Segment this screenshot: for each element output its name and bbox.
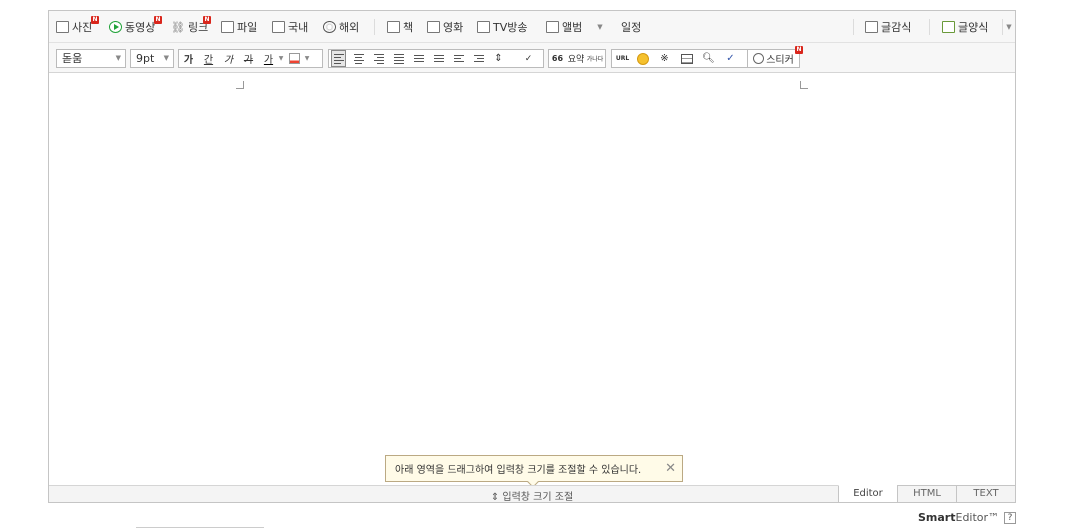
mode-tabs: Editor HTML TEXT [838, 485, 1015, 502]
indent-button[interactable] [471, 50, 486, 67]
file-icon [221, 21, 234, 33]
indent-icon [473, 54, 484, 63]
writing-template-button[interactable]: 글양식 [942, 18, 988, 36]
font-color-dropdown[interactable]: ▼ [277, 50, 285, 67]
special-char-button[interactable]: ※ [657, 50, 672, 67]
map-icon [272, 21, 285, 33]
align-justify-icon [393, 53, 404, 65]
template-icon [942, 21, 955, 33]
find-button[interactable]: 🔍︎ [701, 50, 716, 67]
separator [1002, 19, 1003, 35]
editor-content-area[interactable] [49, 73, 1015, 485]
separator [929, 19, 930, 35]
align-left-button[interactable] [331, 50, 346, 67]
font-size-select[interactable]: 9pt ▼ [130, 49, 174, 68]
outdent-button[interactable] [451, 50, 466, 67]
insert-book-button[interactable]: 책 [387, 18, 413, 36]
font-family-select[interactable]: 돋움 ▼ [56, 49, 126, 68]
highlight-icon [289, 53, 300, 64]
italic-button[interactable]: 가 [221, 50, 236, 67]
margin-corner-right [800, 81, 808, 89]
bold-button[interactable]: 가 [181, 50, 196, 67]
tab-html[interactable]: HTML [897, 485, 956, 502]
emoticon-button[interactable] [635, 50, 650, 67]
video-icon [109, 21, 122, 33]
insert-toolbar: 사진 N 동영상 N ⛓ 링크 N 파일 국내 해외 책 영화 TV방송 앨범 … [49, 11, 1015, 43]
insert-album-button[interactable]: 앨범 [546, 18, 582, 36]
insert-file-button[interactable]: 파일 [221, 18, 257, 36]
bulleted-list-button[interactable] [431, 50, 446, 67]
new-badge: N [795, 46, 803, 54]
smart-editor-brand: Smart Editor™ ? [918, 511, 1017, 524]
bulleted-list-icon [433, 54, 444, 63]
more-dropdown-arrow[interactable]: ▼ [595, 19, 605, 35]
outdent-icon [453, 54, 464, 63]
line-height-icon: ⇕ [494, 53, 503, 64]
numbered-list-button[interactable] [411, 50, 426, 67]
photo-icon [56, 21, 69, 33]
insert-schedule-button[interactable]: 일정 [621, 18, 641, 36]
tv-icon [477, 21, 490, 33]
pencil-icon [865, 21, 878, 33]
insert-video-button[interactable]: 동영상 N [109, 16, 162, 36]
strikethrough-button[interactable]: 가 [241, 50, 256, 67]
film-icon [427, 21, 440, 33]
smiley-icon [636, 52, 649, 65]
new-badge: N [91, 16, 99, 24]
format-toolbar: 돋움 ▼ 9pt ▼ 가 간 가 가 가 ▼ ▼ ⇕ ✓ 66 요약 가나다 U… [49, 43, 1015, 73]
new-badge: N [203, 16, 211, 24]
template-dropdown-arrow[interactable]: ▼ [1004, 19, 1014, 35]
summary-button[interactable]: 요약 [566, 50, 586, 67]
insert-domestic-map-button[interactable]: 국내 [272, 18, 308, 36]
align-right-button[interactable] [371, 50, 386, 67]
separator [374, 19, 375, 35]
highlight-dropdown[interactable]: ▼ [303, 50, 311, 67]
check-icon: ✓ [726, 53, 735, 64]
sticker-button[interactable]: 스티커 [749, 50, 798, 67]
highlight-button[interactable] [287, 50, 302, 67]
search-icon: 🔍︎ [702, 53, 715, 64]
writing-material-button[interactable]: 글감식 [865, 18, 911, 36]
spell-correct-button[interactable]: ✓ [723, 50, 738, 67]
insert-tv-button[interactable]: TV방송 [477, 18, 527, 36]
align-right-icon [373, 53, 384, 65]
smart-editor: 사진 N 동영상 N ⛓ 링크 N 파일 국내 해외 책 영화 TV방송 앨범 … [48, 10, 1016, 503]
line-height-button[interactable]: ⇕ [491, 50, 506, 67]
tab-text[interactable]: TEXT [956, 485, 1015, 502]
numbered-list-icon [413, 54, 424, 63]
special-text-button[interactable]: 가나다 [586, 50, 604, 67]
insert-overseas-map-button[interactable]: 해외 [323, 18, 359, 36]
url-button[interactable]: URL [615, 50, 630, 67]
margin-corner-left [236, 81, 244, 89]
align-center-button[interactable] [351, 50, 366, 67]
new-badge: N [154, 16, 162, 24]
insert-photo-button[interactable]: 사진 N [56, 16, 99, 36]
spell-check-icon: ✓ [524, 53, 533, 64]
quote-button[interactable]: 66 [550, 50, 565, 67]
help-icon[interactable]: ? [1004, 511, 1017, 524]
separator [853, 19, 854, 35]
table-icon [680, 53, 693, 64]
font-color-button[interactable]: 가 [261, 50, 276, 67]
asterisk-icon: ※ [660, 53, 669, 64]
align-justify-button[interactable] [391, 50, 406, 67]
spell-check-button[interactable]: ✓ [521, 50, 536, 67]
book-icon [387, 21, 400, 33]
insert-movie-button[interactable]: 영화 [427, 18, 463, 36]
align-left-icon [333, 53, 344, 65]
chevron-down-icon: ▼ [163, 54, 169, 62]
globe-icon [323, 21, 336, 33]
divider [136, 527, 264, 528]
sticker-smile-icon [753, 53, 765, 64]
link-icon: ⛓ [171, 20, 185, 34]
resize-tooltip: 아래 영역을 드래그하여 입력창 크기를 조절할 수 있습니다. ✕ [385, 455, 683, 488]
tab-editor[interactable]: Editor [838, 485, 897, 502]
album-icon [546, 21, 559, 33]
align-center-icon [353, 53, 364, 65]
table-button[interactable] [679, 50, 694, 67]
insert-link-button[interactable]: ⛓ 링크 N [171, 16, 211, 36]
close-icon[interactable]: ✕ [665, 461, 676, 476]
underline-button[interactable]: 간 [201, 50, 216, 67]
chevron-down-icon: ▼ [115, 54, 121, 62]
